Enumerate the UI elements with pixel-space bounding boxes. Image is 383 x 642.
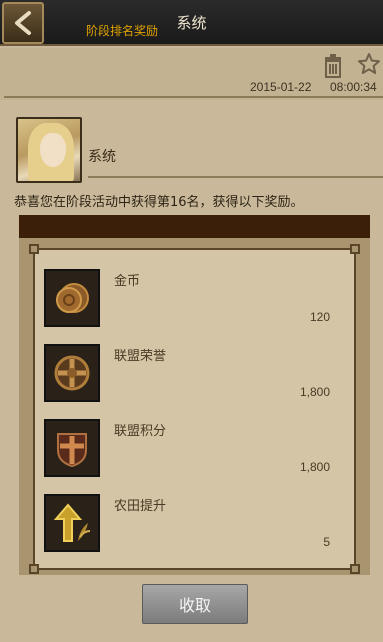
alliance-honor-icon — [44, 344, 100, 402]
alliance-points-icon — [44, 419, 100, 477]
mail-message: 恭喜您在阶段活动中获得第16名，获得以下奖励。 — [14, 195, 304, 210]
reward-quantity: 5 — [323, 535, 330, 549]
mail-time: 08:00:34 — [330, 80, 377, 94]
sender-divider — [88, 176, 383, 178]
trash-icon[interactable] — [322, 54, 344, 78]
reward-panel-header — [19, 215, 370, 238]
reward-name: 金币 — [114, 274, 141, 289]
reward-name: 农田提升 — [114, 499, 167, 514]
header-divider — [4, 96, 383, 98]
star-icon[interactable] — [357, 52, 381, 76]
reward-quantity: 1,800 — [299, 460, 330, 474]
mail-subtitle: 阶段排名奖励 — [86, 24, 159, 38]
farm-upgrade-icon — [44, 494, 100, 552]
mail-date: 2015-01-22 — [250, 80, 312, 94]
reward-panel: 金币 120 联盟荣誉 1,800 联盟积分 1,800 农田提升 5 — [19, 238, 370, 575]
collect-button[interactable]: 收取 — [142, 584, 248, 624]
top-bar: 系统 — [0, 0, 383, 46]
page-title: 系统 — [176, 14, 207, 32]
sender-name: 系统 — [88, 149, 116, 165]
reward-name: 联盟积分 — [114, 424, 167, 439]
reward-name: 联盟荣誉 — [114, 349, 167, 364]
reward-item: 农田提升 5 — [35, 489, 358, 564]
gold-coin-icon — [44, 269, 100, 327]
reward-quantity: 120 — [309, 310, 330, 324]
avatar — [16, 117, 82, 183]
reward-item: 联盟积分 1,800 — [35, 414, 358, 489]
reward-item: 联盟荣誉 1,800 — [35, 339, 358, 414]
reward-item: 金币 120 — [35, 264, 358, 339]
reward-quantity: 1,800 — [299, 385, 330, 399]
reward-list: 金币 120 联盟荣誉 1,800 联盟积分 1,800 农田提升 5 — [29, 244, 360, 574]
